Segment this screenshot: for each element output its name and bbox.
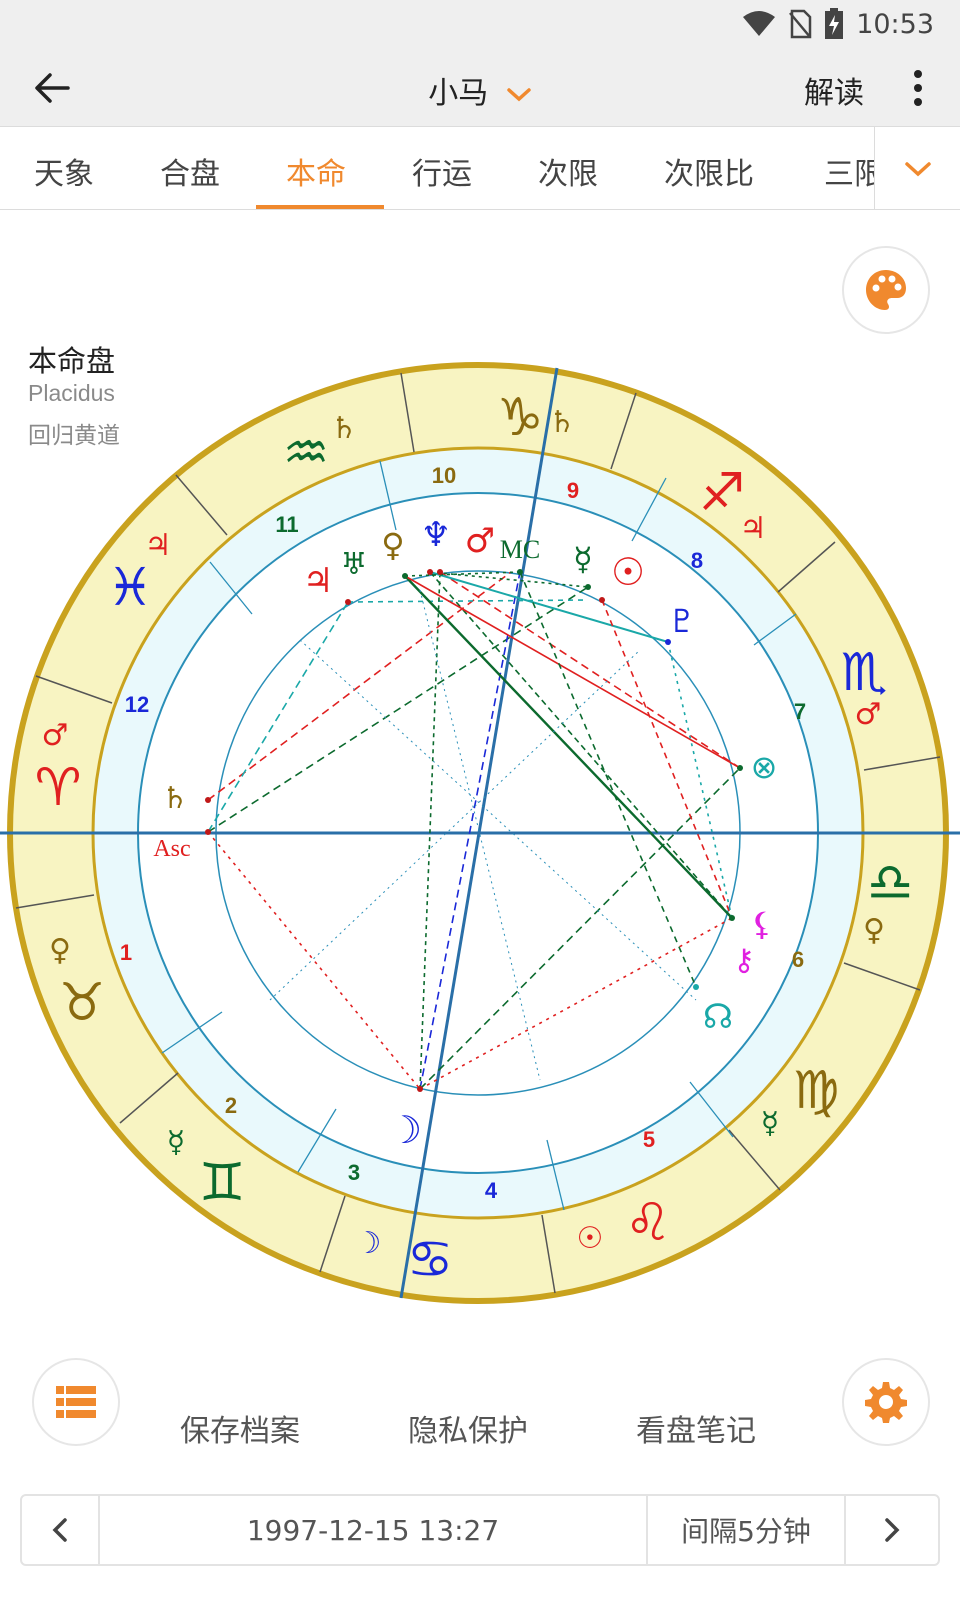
gemini-icon: ♊	[199, 1153, 246, 1213]
tab-xingyun[interactable]: 行运	[412, 149, 472, 193]
settings-button[interactable]	[842, 1358, 930, 1446]
libra-icon: ♎	[867, 853, 914, 913]
mars-ruler-icon: ♂	[42, 718, 69, 753]
house-number: 3	[348, 1160, 360, 1185]
privacy-button[interactable]: 隐私保护	[408, 1406, 528, 1450]
natal-chart-wheel[interactable]: ♈ ♂ ♉ ♀ ♊ ☿ ♋ ☽ ♌ ☉ ♍ ☿ ♎ ♀ ♏ ♂ ♐ ♃ ♑ ♄ …	[0, 360, 960, 1310]
save-profile-button[interactable]: 保存档案	[180, 1406, 300, 1450]
list-icon	[56, 1386, 96, 1418]
tab-tianxiang[interactable]: 天象	[34, 149, 94, 193]
house-number: 12	[125, 692, 149, 717]
no-sim-icon	[789, 9, 812, 39]
pisces-icon: ♓	[107, 558, 154, 618]
north-node-icon: ☊	[703, 997, 733, 1037]
chevron-right-icon	[885, 1518, 900, 1542]
chevron-down-icon	[507, 87, 531, 101]
aries-icon: ♈	[35, 758, 82, 818]
mars-ruler-icon: ♂	[855, 697, 882, 732]
status-bar: 10:53	[0, 0, 960, 50]
mercury-ruler-icon: ☿	[167, 1125, 185, 1160]
house-number: 1	[120, 940, 132, 965]
house-number: 9	[567, 478, 579, 503]
capricorn-icon: ♑	[497, 388, 544, 448]
bottom-action-bar: 保存档案 隐私保护 看盘笔记	[0, 1358, 960, 1476]
mercury-ruler-icon: ☿	[761, 1106, 779, 1141]
saturn-ruler-icon: ♄	[549, 405, 576, 440]
datetime-display[interactable]: 1997-12-15 13:27	[100, 1496, 646, 1564]
active-tab-indicator	[256, 205, 384, 209]
chart-type-tabs: 天象 合盘 本命 行运 次限 次限比 三限	[0, 126, 960, 210]
house-number: 10	[432, 463, 456, 488]
house-number: 11	[275, 512, 298, 537]
saturn-icon: ♄	[162, 781, 189, 816]
mercury-icon: ☿	[573, 540, 593, 578]
previous-time-button[interactable]	[22, 1496, 98, 1564]
tabs-expand-button[interactable]	[874, 127, 960, 209]
taurus-icon: ♉	[59, 973, 106, 1033]
time-stepper: 1997-12-15 13:27 间隔5分钟	[20, 1494, 940, 1566]
tab-cixianbi[interactable]: 次限比	[664, 149, 754, 193]
house-number: 4	[485, 1178, 498, 1203]
sun-ruler-icon: ☉	[577, 1221, 604, 1256]
venus-ruler-icon: ♀	[49, 933, 71, 968]
page-title: 小马	[428, 76, 489, 111]
tab-cixian[interactable]: 次限	[538, 149, 598, 193]
pluto-icon: ♇	[668, 602, 697, 640]
house-number: 8	[691, 548, 703, 573]
chevron-left-icon	[52, 1518, 67, 1542]
moon-ruler-icon: ☽	[355, 1226, 382, 1261]
uranus-icon: ♅	[341, 547, 368, 582]
tab-hepan[interactable]: 合盘	[160, 149, 220, 193]
house-number: 5	[643, 1127, 655, 1152]
jupiter-ruler-icon: ♃	[740, 511, 767, 546]
sagittarius-icon: ♐	[699, 463, 746, 523]
house-number: 2	[225, 1093, 237, 1118]
mars-icon: ♂	[465, 521, 495, 561]
app-bar: 小马 解读	[0, 50, 960, 126]
wifi-icon	[743, 11, 776, 36]
status-time: 10:53	[856, 8, 934, 40]
scorpio-icon: ♏	[841, 643, 888, 703]
venus-ruler-icon: ♀	[863, 913, 885, 948]
asc-label: Asc	[153, 836, 190, 862]
saturn-ruler-icon: ♄	[331, 411, 358, 446]
moon-icon: ☽	[388, 1108, 422, 1152]
battery-charging-icon	[825, 8, 844, 39]
aquarius-icon: ♒	[283, 423, 330, 483]
theme-palette-button[interactable]	[842, 246, 930, 334]
chart-notes-button[interactable]: 看盘笔记	[636, 1406, 756, 1450]
jupiter-icon: ♃	[303, 561, 333, 601]
sun-icon: ☉	[611, 550, 645, 594]
next-time-button[interactable]	[846, 1496, 938, 1564]
palette-icon	[866, 270, 906, 310]
mc-label: MC	[500, 535, 540, 564]
chiron-icon: ⚷	[733, 943, 755, 978]
house-number: 6	[792, 947, 804, 972]
part-of-fortune-icon: ⊗	[751, 748, 778, 786]
lilith-icon: ⚸	[750, 905, 773, 943]
cancer-icon: ♋	[407, 1230, 454, 1290]
chevron-down-icon	[904, 162, 931, 177]
house-number: 7	[794, 699, 806, 724]
jupiter-ruler-icon: ♃	[145, 528, 172, 563]
gear-icon	[865, 1382, 907, 1423]
tab-benming[interactable]: 本命	[286, 149, 346, 193]
virgo-icon: ♍	[793, 1061, 840, 1121]
leo-icon: ♌	[625, 1193, 672, 1253]
interpret-button[interactable]: 解读	[804, 68, 864, 112]
venus-icon: ♀	[381, 526, 404, 564]
neptune-icon: ♆	[421, 515, 451, 555]
more-vert-icon[interactable]	[910, 68, 926, 108]
interval-selector[interactable]: 间隔5分钟	[648, 1496, 844, 1564]
chart-list-button[interactable]	[32, 1358, 120, 1446]
